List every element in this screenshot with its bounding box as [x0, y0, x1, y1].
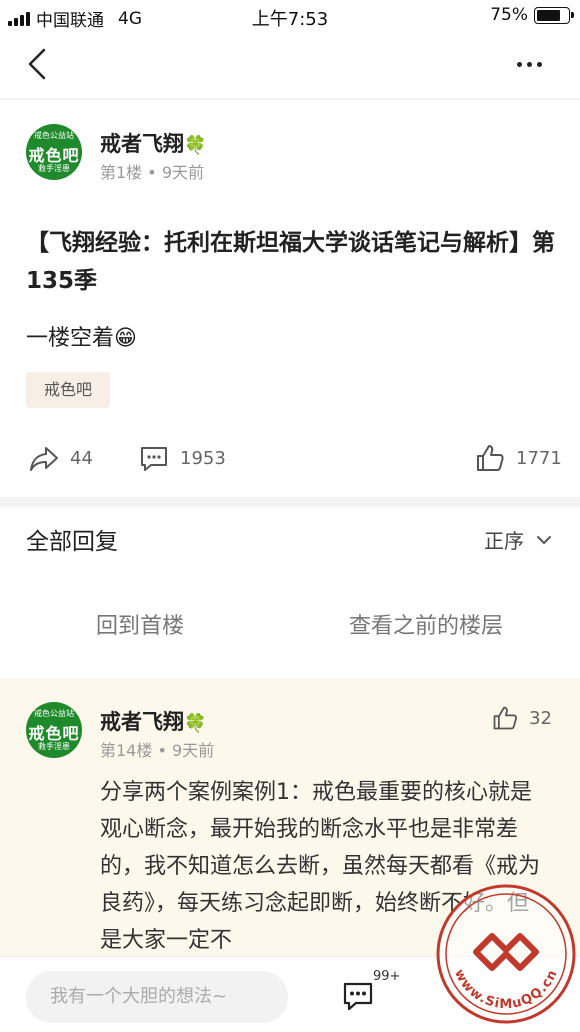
reply-author[interactable]: 戒者飞翔🍀 [100, 706, 206, 736]
nav-bar [0, 32, 580, 98]
comment-count-button[interactable]: 1953 [138, 442, 226, 474]
topic-tag[interactable]: 戒色吧 [26, 372, 111, 408]
share-icon [30, 447, 58, 471]
avatar-top-text: 戒色公益站 [34, 709, 74, 718]
sort-label: 正序 [484, 529, 524, 553]
reply-input[interactable]: 我有一个大胆的想法~ [26, 971, 288, 1023]
thumbs-up-icon [493, 706, 518, 730]
like-button[interactable]: 1771 [474, 442, 562, 474]
like-count: 1771 [516, 447, 562, 469]
clover-icon: 🍀 [184, 713, 207, 734]
comment-count: 1953 [180, 447, 226, 469]
avatar-top-text: 戒色公益站 [34, 131, 74, 140]
replies-header: 全部回复 [26, 529, 118, 555]
post-meta: 第1楼 • 9天前 [100, 159, 204, 183]
share-button[interactable]: 44 [28, 442, 93, 474]
status-right: 75% [490, 5, 574, 25]
battery-percent: 75% [490, 5, 528, 25]
nav-divider [0, 98, 580, 100]
reply-like-count: 32 [529, 707, 552, 729]
battery-fill [537, 9, 560, 21]
watermark-stamp: www.SiMuQQ.cn [436, 884, 576, 1024]
share-count: 44 [70, 447, 93, 469]
more-dots-icon[interactable] [517, 62, 542, 67]
author-name: 戒者飞翔 [100, 710, 184, 734]
floor-label: 第14楼 [100, 741, 153, 760]
status-bar: 中国联通 4G 上午7:53 75% [0, 0, 580, 32]
avatar[interactable]: 戒色公益站 戒色吧 救手淫患 [26, 124, 82, 180]
comment-badge: 99+ [373, 969, 401, 984]
avatar-bottom-text: 救手淫患 [38, 164, 70, 173]
comment-icon [141, 447, 167, 471]
post-author[interactable]: 戒者飞翔🍀 [100, 128, 206, 158]
meta-dot: • [157, 741, 172, 760]
battery-icon [534, 6, 574, 24]
section-separator [0, 497, 580, 507]
reply-meta: 第14楼 • 9天前 [100, 737, 214, 761]
clover-icon: 🍀 [184, 135, 207, 156]
chevron-left-icon[interactable] [24, 46, 54, 82]
post-title: 【飞翔经验：托利在斯坦福大学谈话笔记与解析】第135季 [26, 230, 555, 294]
chevron-down-icon [537, 535, 551, 544]
comment-icon[interactable] [340, 977, 376, 1013]
avatar-bottom-text: 救手淫患 [38, 742, 70, 751]
reply-like-button[interactable]: 32 [491, 704, 552, 732]
view-previous-floors-button[interactable]: 查看之前的楼层 [349, 608, 503, 640]
author-name: 戒者飞翔 [100, 132, 184, 156]
sort-dropdown[interactable]: 正序 [484, 525, 552, 554]
reply-time: 9天前 [172, 741, 215, 760]
thumbs-up-icon [477, 445, 504, 471]
meta-dot: • [147, 163, 162, 182]
floor-label: 第1楼 [100, 163, 143, 182]
post-time: 9天前 [161, 163, 204, 182]
post-body: 一楼空着😁 [26, 326, 137, 351]
jump-first-floor-button[interactable]: 回到首楼 [96, 608, 184, 640]
reply-avatar[interactable]: 戒色公益站 戒色吧 救手淫患 [26, 702, 82, 758]
